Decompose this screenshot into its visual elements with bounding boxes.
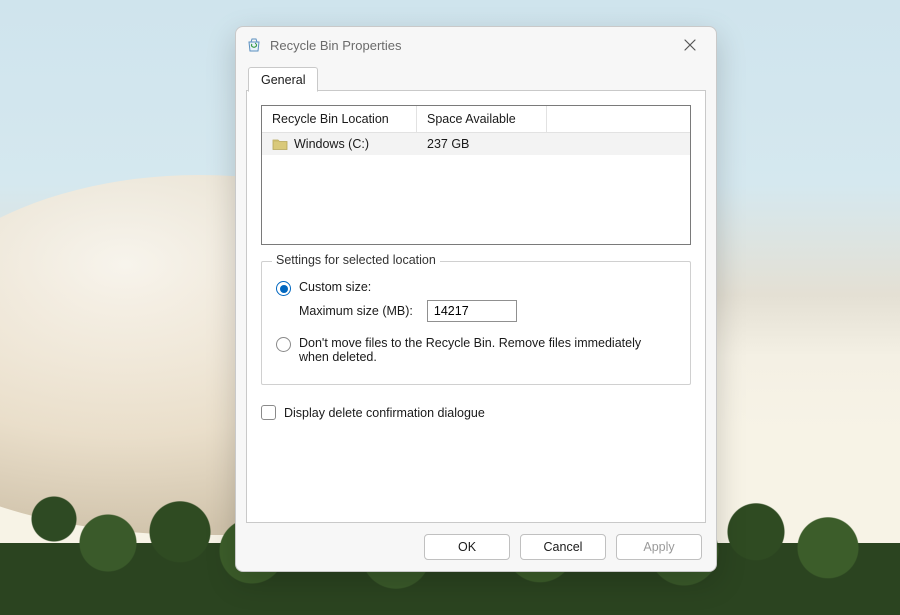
radio-custom-size[interactable] xyxy=(276,281,291,296)
location-row-drive-cell: Windows (C:) xyxy=(262,137,417,151)
location-list-header: Recycle Bin Location Space Available xyxy=(262,106,690,133)
close-button[interactable] xyxy=(668,30,712,60)
column-header-location[interactable]: Recycle Bin Location xyxy=(262,106,417,133)
settings-groupbox: Settings for selected location Custom si… xyxy=(261,261,691,385)
window-title: Recycle Bin Properties xyxy=(270,38,668,53)
dialog-footer: OK Cancel Apply xyxy=(236,523,716,571)
radio-dont-move-label: Don't move files to the Recycle Bin. Rem… xyxy=(299,336,659,364)
title-bar: Recycle Bin Properties xyxy=(236,27,716,63)
cancel-button[interactable]: Cancel xyxy=(520,534,606,560)
confirm-delete-checkbox[interactable] xyxy=(261,405,276,420)
radio-dont-move[interactable] xyxy=(276,337,291,352)
location-list[interactable]: Recycle Bin Location Space Available Win… xyxy=(261,105,691,245)
max-size-input[interactable] xyxy=(427,300,517,322)
confirm-delete-row[interactable]: Display delete confirmation dialogue xyxy=(261,405,691,420)
max-size-label: Maximum size (MB): xyxy=(299,304,413,318)
radio-dont-move-row[interactable]: Don't move files to the Recycle Bin. Rem… xyxy=(276,336,676,364)
tab-general[interactable]: General xyxy=(248,67,318,92)
radio-custom-size-label: Custom size: xyxy=(299,280,371,294)
confirm-delete-label: Display delete confirmation dialogue xyxy=(284,406,485,420)
radio-custom-size-row[interactable]: Custom size: xyxy=(276,280,676,296)
column-header-space[interactable]: Space Available xyxy=(417,106,547,133)
max-size-row: Maximum size (MB): xyxy=(299,300,676,322)
settings-group-legend: Settings for selected location xyxy=(272,253,440,267)
tab-strip: General xyxy=(246,65,706,91)
tab-panel-general: Recycle Bin Location Space Available Win… xyxy=(246,91,706,523)
recycle-bin-properties-dialog: Recycle Bin Properties General Recycle B… xyxy=(235,26,717,572)
close-icon xyxy=(684,39,696,51)
drive-folder-icon xyxy=(272,137,288,151)
apply-button[interactable]: Apply xyxy=(616,534,702,560)
location-row-space-cell: 237 GB xyxy=(417,137,547,151)
location-row-drive-label: Windows (C:) xyxy=(294,137,369,151)
ok-button[interactable]: OK xyxy=(424,534,510,560)
recycle-bin-icon xyxy=(246,37,262,53)
location-row[interactable]: Windows (C:) 237 GB xyxy=(262,133,690,155)
column-header-filler xyxy=(547,106,690,133)
